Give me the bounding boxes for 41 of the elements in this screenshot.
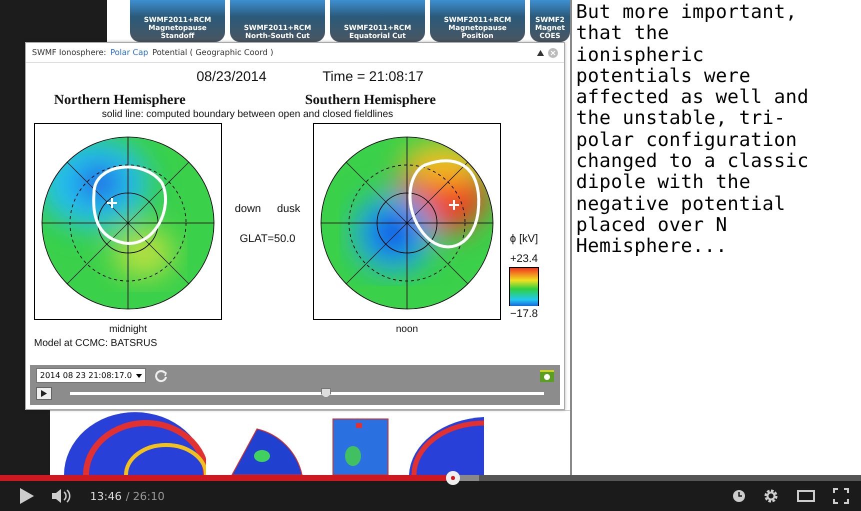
play-button[interactable] — [36, 387, 52, 400]
collapse-icon[interactable] — [537, 50, 544, 56]
watch-later-button[interactable] — [733, 490, 745, 502]
colorbar-min-label: −17.8 — [510, 308, 538, 320]
fullscreen-button[interactable] — [833, 488, 849, 504]
latitude-label: GLAT=50.0 — [240, 233, 296, 245]
theater-mode-button[interactable] — [797, 490, 815, 502]
time-select[interactable]: 2014 08 23 21:08:17.0 — [36, 368, 146, 383]
play-icon — [20, 488, 34, 504]
current-time: 13:46 — [90, 490, 122, 502]
rectangle-icon — [797, 490, 815, 502]
colorbar-title: ϕ [kV] — [510, 233, 538, 245]
plot-title: Southern Hemisphere — [305, 93, 437, 109]
window-title-link[interactable]: Polar Cap — [110, 48, 148, 57]
refresh-icon[interactable] — [154, 368, 168, 382]
play-button[interactable] — [20, 488, 34, 504]
map-bottom-label: noon — [394, 324, 420, 337]
direction-label: dusk — [277, 203, 300, 215]
clock-icon — [733, 490, 745, 502]
settings-icon — [763, 488, 779, 504]
model-credit: Model at CCMC: BATSRUS — [34, 338, 158, 351]
direction-label: down — [234, 203, 262, 215]
volume-button[interactable] — [52, 488, 72, 504]
film-icon[interactable] — [540, 370, 554, 382]
colorbar-max-label: +23.4 — [510, 253, 538, 265]
plot-date: 08/23/2014 — [196, 68, 267, 84]
slider-thumb[interactable] — [320, 388, 331, 398]
plot-subtitle: solid line: computed boundary between open and closed fieldlines — [100, 109, 394, 122]
narration-text: But more important, that the ionispheric potentials were affected as well and the unstable, tri- polar configuration changed to a classic dipole with the negative potential placed over N Hemisphere... — [576, 2, 810, 258]
window-title: Potential ( Geographic Coord ) — [152, 48, 274, 57]
play-icon — [41, 390, 47, 397]
colorbar-drawing — [509, 267, 539, 306]
video-duration: / 26:10 — [126, 490, 165, 502]
map-bottom-label: midnight — [108, 324, 148, 337]
settings-button[interactable] — [763, 488, 779, 504]
caret-icon — [136, 374, 142, 378]
plot-title: Northern Hemisphere — [54, 93, 187, 109]
plot-time: Time = 21:08:17 — [322, 68, 424, 84]
volume-icon — [52, 488, 72, 504]
fullscreen-icon — [833, 488, 849, 504]
window-title: SWMF Ionosphere: — [32, 48, 106, 57]
